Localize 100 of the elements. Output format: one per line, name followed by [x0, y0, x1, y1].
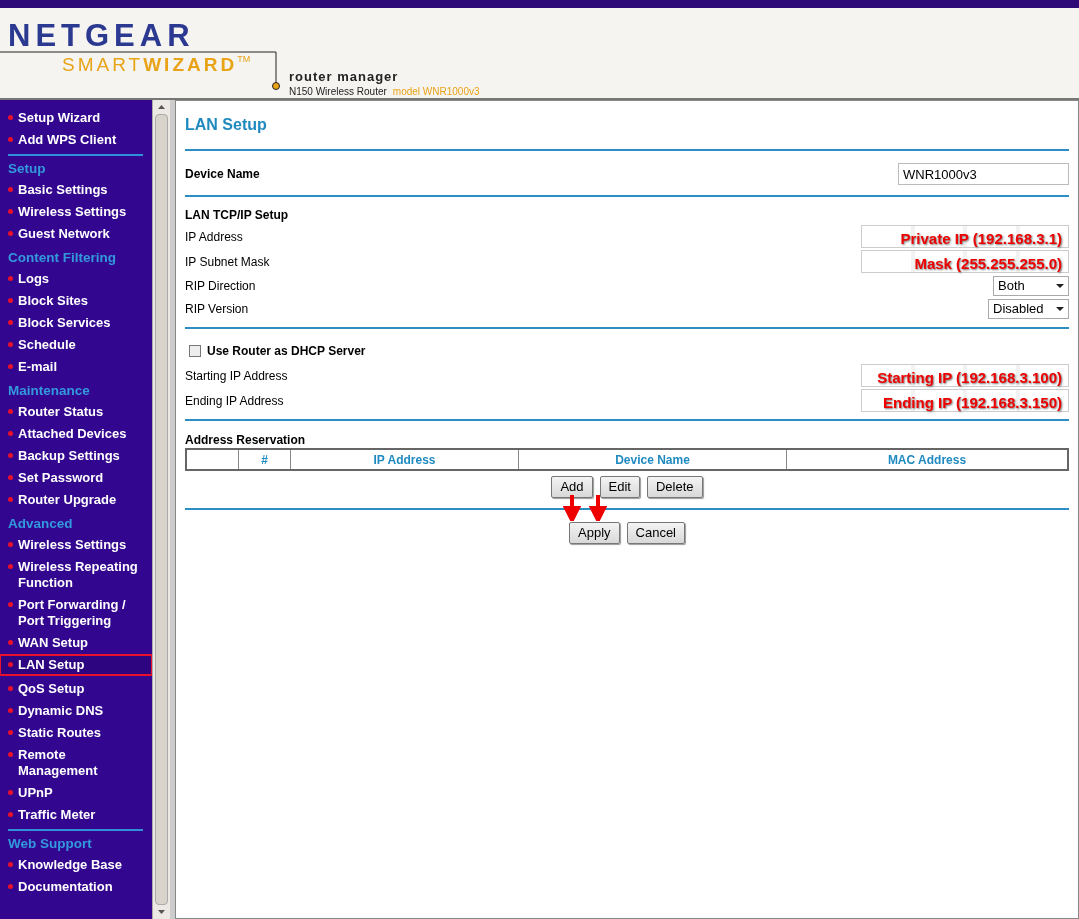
bullet-icon	[8, 497, 13, 502]
sidebar-item[interactable]: E-mail	[0, 359, 152, 375]
annotation-text: Ending IP (192.168.3.150)	[883, 393, 1062, 413]
sidebar-item[interactable]: Router Upgrade	[0, 492, 152, 508]
sidebar-item[interactable]: Static Routes	[0, 725, 152, 741]
bullet-icon	[8, 231, 13, 236]
column-header: IP Address	[291, 450, 519, 469]
product-name: SMART	[62, 55, 144, 74]
page-title: LAN Setup	[185, 115, 268, 135]
bullet-icon	[8, 137, 13, 142]
sidebar-item[interactable]: Set Password	[0, 470, 152, 486]
field-label: Device Name	[185, 166, 260, 183]
sidebar-item[interactable]: WAN Setup	[0, 635, 152, 651]
caret-icon	[1056, 283, 1064, 288]
product-name-bold: WIZARD	[143, 55, 238, 74]
bullet-icon	[8, 431, 13, 436]
bullet-icon	[8, 409, 13, 414]
sidebar-item[interactable]: Remote Management	[0, 747, 152, 779]
sidebar-item[interactable]: Wireless Settings	[0, 204, 152, 220]
scroll-down-icon	[158, 910, 165, 914]
model-number: model WNR1000v3	[392, 85, 480, 99]
sidebar-item[interactable]: Block Services	[0, 315, 152, 331]
sidebar-item[interactable]: Router Status	[0, 404, 152, 420]
dropdown[interactable]: Disabled	[988, 298, 1069, 319]
device-model: N150 Wireless Router	[289, 85, 387, 99]
column-header: Device Name	[519, 450, 787, 469]
section-heading: Advanced	[7, 515, 74, 533]
bullet-icon	[8, 640, 13, 645]
sidebar-item[interactable]: Traffic Meter	[0, 807, 152, 823]
sidebar-item[interactable]: Documentation	[0, 879, 152, 895]
sidebar-item[interactable]: Basic Settings	[0, 182, 152, 198]
sidebar-item[interactable]: Attached Devices	[0, 426, 152, 442]
sidebar-item[interactable]: Wireless Repeating Function	[0, 559, 152, 591]
bullet-icon	[8, 342, 13, 347]
section-heading: Setup	[7, 160, 47, 178]
sidebar-item[interactable]: Backup Settings	[0, 448, 152, 464]
sidebar-item[interactable]: UPnP	[0, 785, 152, 801]
sidebar-item[interactable]: Logs	[0, 271, 152, 287]
bullet-icon	[8, 276, 13, 281]
bullet-icon	[8, 602, 13, 607]
annotation-text: Starting IP (192.168.3.100)	[877, 368, 1062, 388]
bullet-icon	[8, 453, 13, 458]
bullet-icon	[8, 884, 13, 889]
ip-address-field[interactable]: Ending IP (192.168.3.150)	[861, 389, 1069, 412]
sidebar-item[interactable]: QoS Setup	[0, 681, 152, 697]
bullet-icon	[8, 298, 13, 303]
section-heading: LAN TCP/IP Setup	[185, 207, 290, 224]
sidebar-item[interactable]: Block Sites	[0, 293, 152, 309]
ip-address-field[interactable]: Private IP (192.168.3.1)	[861, 225, 1069, 248]
bullet-icon	[8, 812, 13, 817]
brand-logo: NETGEAR	[8, 20, 195, 51]
sidebar-item[interactable]: LAN Setup	[0, 655, 152, 675]
button[interactable]: Apply	[569, 522, 620, 544]
bullet-icon	[8, 862, 13, 867]
bullet-icon	[8, 730, 13, 735]
caret-icon	[1056, 306, 1064, 311]
sidebar-item[interactable]: Setup Wizard	[0, 110, 152, 126]
bullet-icon	[8, 662, 13, 667]
annotation-text: Private IP (192.168.3.1)	[900, 229, 1062, 249]
dropdown[interactable]: Both	[993, 275, 1069, 296]
annotation-text: Mask (255.255.255.0)	[914, 254, 1062, 274]
button[interactable]: Cancel	[626, 522, 685, 544]
bullet-icon	[8, 708, 13, 713]
field-label: IP Subnet Mask	[185, 253, 270, 271]
bullet-icon	[8, 187, 13, 192]
bullet-icon	[8, 752, 13, 757]
device-name-field[interactable]: WNR1000v3	[898, 163, 1069, 185]
ip-address-field[interactable]: Starting IP (192.168.3.100)	[861, 364, 1069, 387]
trademark: TM	[237, 55, 251, 64]
sidebar-item[interactable]: Schedule	[0, 337, 152, 353]
bullet-icon	[8, 320, 13, 325]
section-heading: Maintenance	[7, 382, 91, 400]
section-heading: Web Support	[7, 835, 93, 853]
field-label: Ending IP Address	[185, 392, 284, 410]
button[interactable]: Edit	[599, 476, 640, 498]
button[interactable]: Add	[551, 476, 593, 498]
field-label: IP Address	[185, 228, 243, 246]
scrollbar[interactable]	[152, 100, 170, 919]
sidebar-item[interactable]: Dynamic DNS	[0, 703, 152, 719]
sidebar-item[interactable]: Port Forwarding / Port Triggering	[0, 597, 152, 629]
scroll-up-icon	[158, 105, 165, 109]
button[interactable]: Delete	[647, 476, 703, 498]
section-heading: Content Filtering	[7, 249, 117, 267]
sidebar-item[interactable]: Knowledge Base	[0, 857, 152, 873]
bullet-icon	[8, 790, 13, 795]
column-header: #	[239, 450, 291, 469]
checkbox-label: Use Router as DHCP Server	[207, 343, 366, 360]
sidebar-item[interactable]: Wireless Settings	[0, 537, 152, 553]
arrows-drawing	[563, 495, 607, 521]
checkbox[interactable]	[189, 345, 201, 357]
ip-address-field[interactable]: Mask (255.255.255.0)	[861, 250, 1069, 273]
bullet-icon	[8, 686, 13, 691]
bullet-icon	[8, 564, 13, 569]
bullet-icon	[8, 115, 13, 120]
bullet-icon	[8, 542, 13, 547]
bullet-icon	[8, 364, 13, 369]
sidebar-item[interactable]: Add WPS Client	[0, 132, 152, 148]
section-heading: Address Reservation	[185, 432, 307, 448]
field-label: RIP Version	[185, 300, 249, 318]
sidebar-item[interactable]: Guest Network	[0, 226, 152, 242]
